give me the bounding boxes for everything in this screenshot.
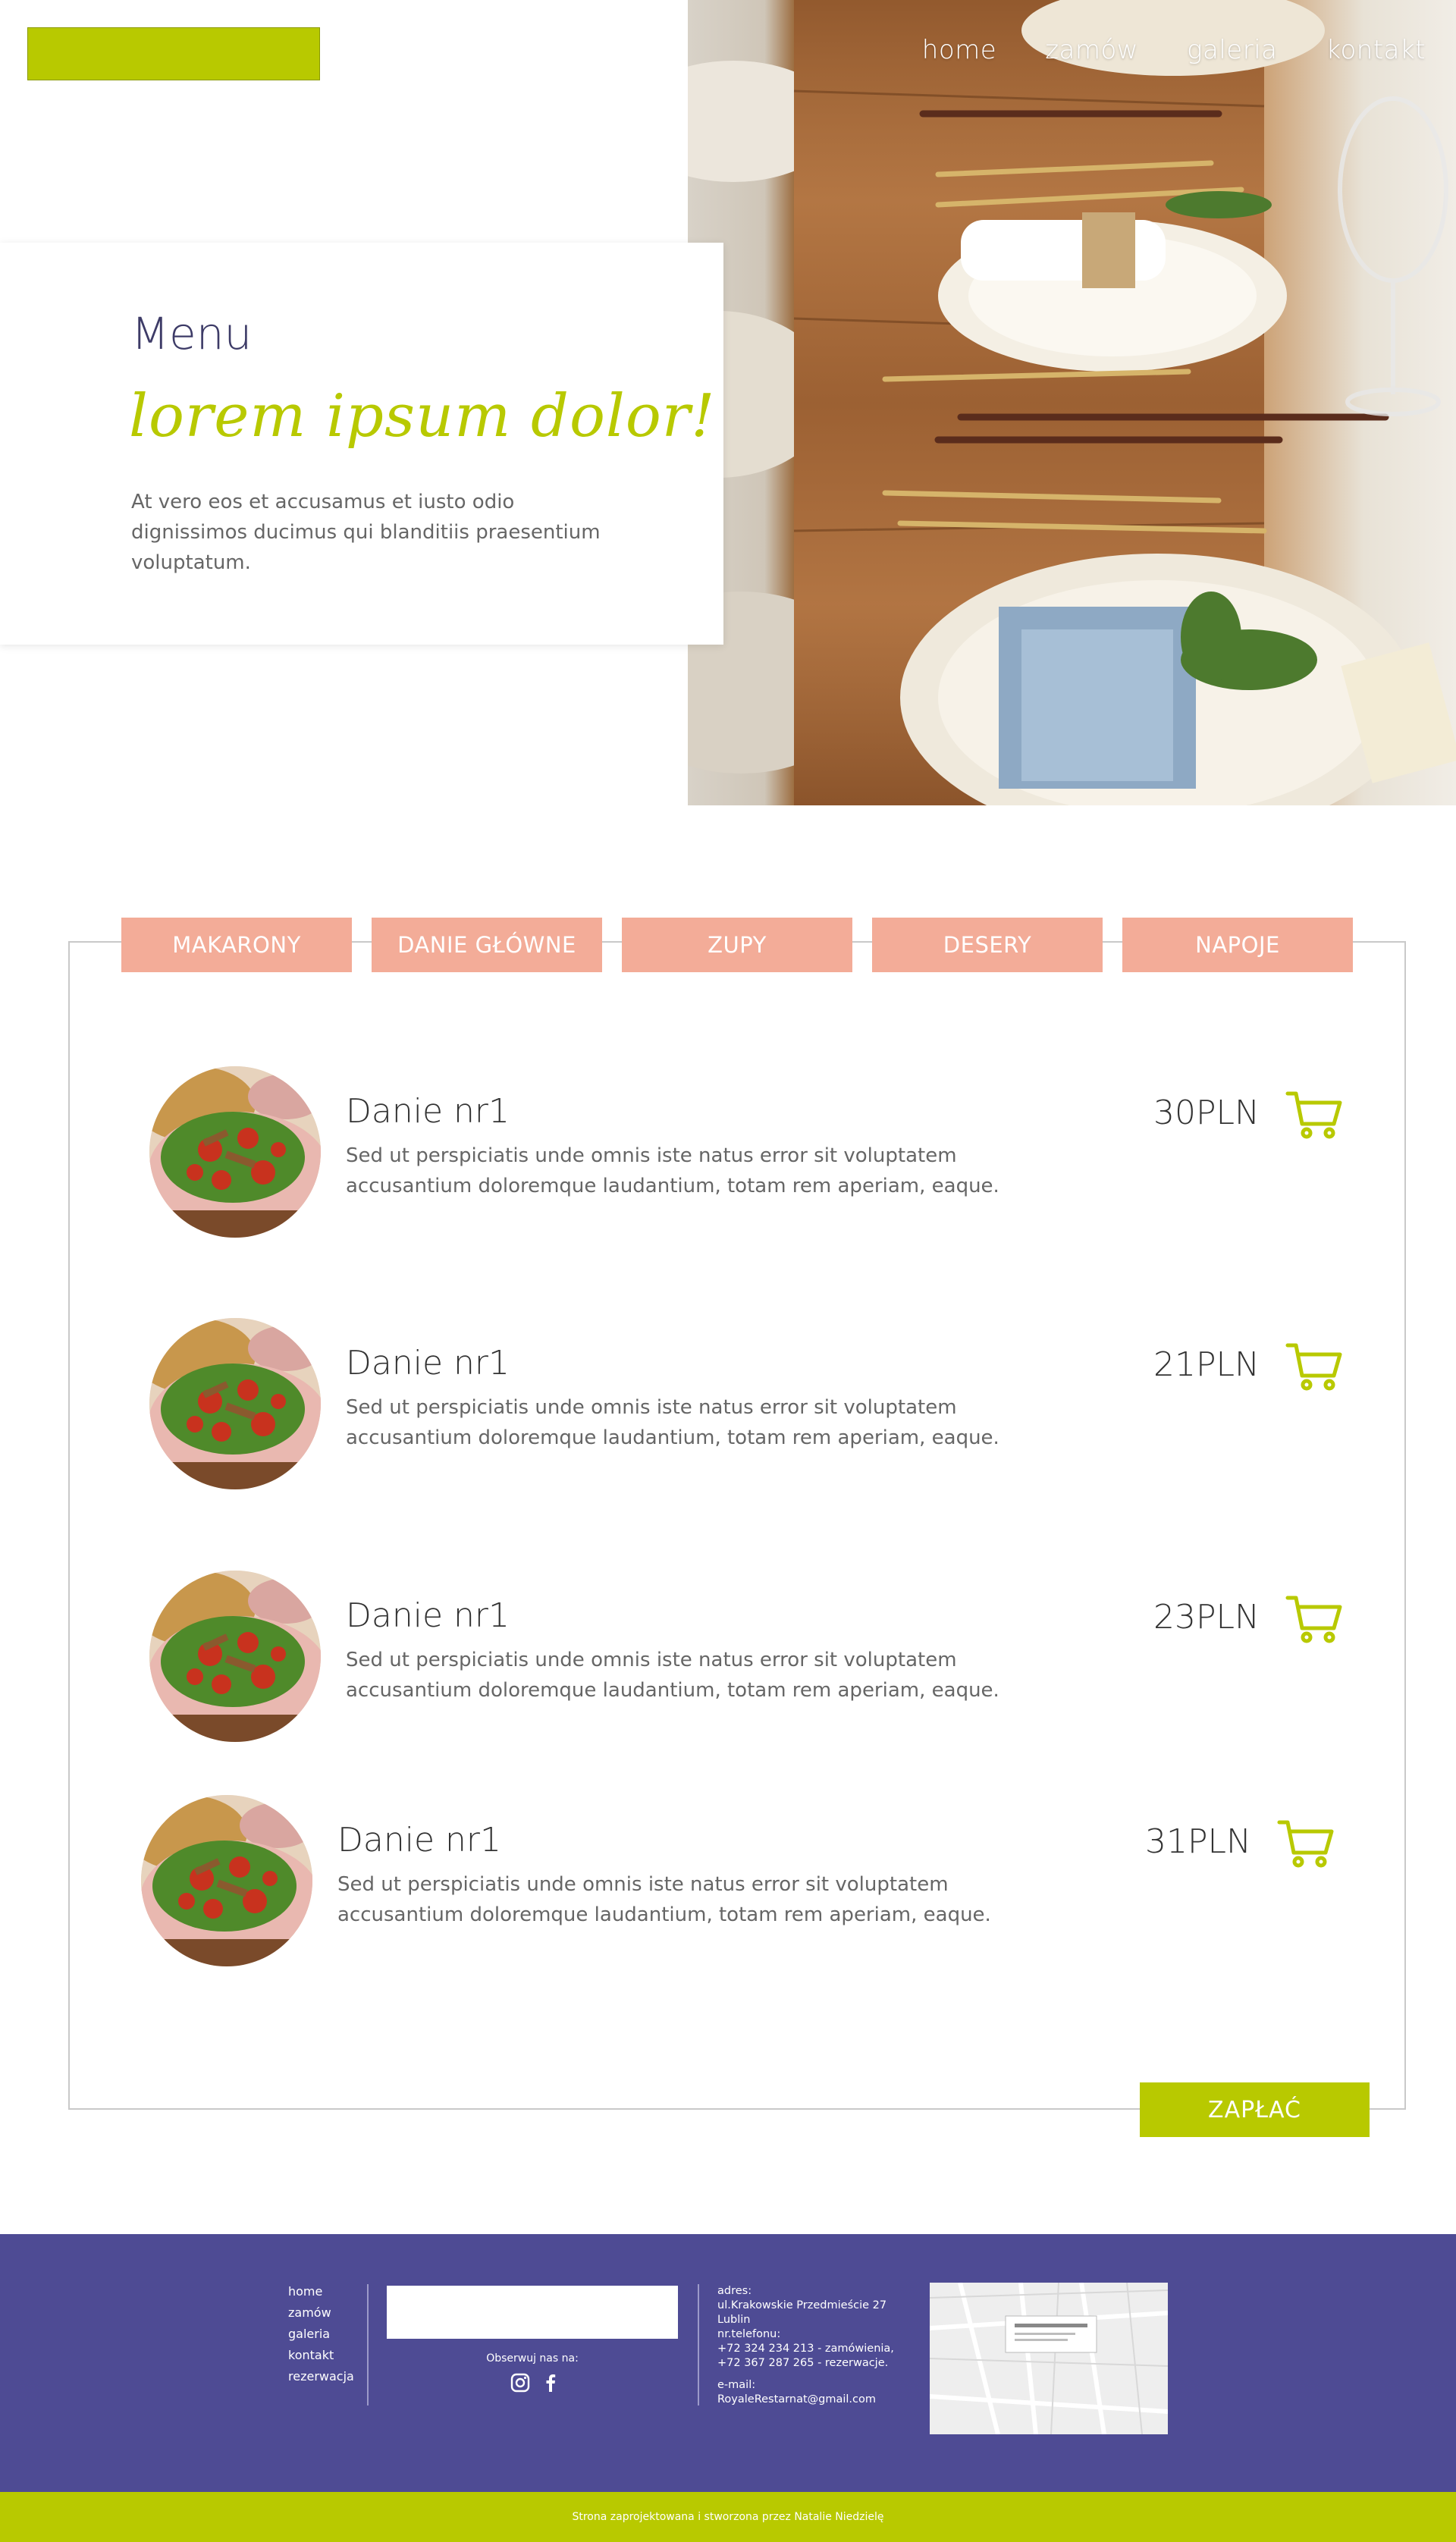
footer-nav: home zamów galeria kontakt rezerwacja <box>288 2284 354 2384</box>
dish-name: Danie nr1 <box>346 1344 510 1382</box>
cart-icon[interactable] <box>1285 1341 1343 1392</box>
email-label: e-mail: <box>717 2379 756 2391</box>
copyright-bar: Strona zaprojektowana i stworzona przez … <box>0 2492 1456 2542</box>
social-links <box>510 2372 561 2393</box>
instagram-icon[interactable] <box>510 2372 531 2393</box>
footer-search-input[interactable] <box>387 2286 678 2339</box>
nav-order-link[interactable]: zamów <box>1045 35 1138 65</box>
nav-contact-link[interactable]: kontakt <box>1326 35 1426 65</box>
tab-makarony[interactable]: MAKARONY <box>121 918 352 972</box>
footer: home zamów galeria kontakt rezerwacja Ob… <box>0 2234 1456 2492</box>
hero-title: Menu <box>131 308 253 359</box>
footer-link-reservation[interactable]: rezerwacja <box>288 2369 354 2384</box>
main-nav: home zamów galeria kontakt <box>922 35 1426 65</box>
email-address[interactable]: RoyaleRestarnat@gmail.com <box>717 2393 899 2407</box>
tab-desery[interactable]: DESERY <box>872 918 1103 972</box>
cart-icon[interactable] <box>1285 1089 1343 1141</box>
dish-item: Danie nr1 Sed ut perspiciatis unde omnis… <box>149 1318 1363 1492</box>
cart-icon[interactable] <box>1277 1818 1335 1869</box>
phone-reservations: +72 367 287 265 - rezerwacje. <box>717 2357 889 2369</box>
location-map[interactable] <box>930 2283 1168 2434</box>
cart-icon[interactable] <box>1285 1593 1343 1645</box>
address-line: ul.Krakowskie Przedmieście 27 <box>717 2299 887 2311</box>
dish-photo <box>149 1318 321 1489</box>
tab-zupy[interactable]: ZUPY <box>622 918 852 972</box>
address-city: Lublin <box>717 2314 751 2326</box>
dish-name: Danie nr1 <box>346 1596 510 1635</box>
tab-danie-glowne[interactable]: DANIE GŁÓWNE <box>372 918 602 972</box>
dish-item: Danie nr1 Sed ut perspiciatis unde omnis… <box>149 1066 1363 1241</box>
dish-item: Danie nr1 Sed ut perspiciatis unde omnis… <box>141 1795 1354 1969</box>
phone-orders: +72 324 234 213 - zamówienia, <box>717 2343 894 2355</box>
dish-photo <box>149 1571 321 1742</box>
dish-photo <box>141 1795 312 1966</box>
phone-label: nr.telefonu: <box>717 2328 781 2340</box>
tab-napoje[interactable]: NAPOJE <box>1122 918 1353 972</box>
contact-info: adres: ul.Krakowskie Przedmieście 27 Lub… <box>717 2284 899 2407</box>
follow-label: Obserwuj nas na: <box>486 2352 579 2365</box>
dish-description: Sed ut perspiciatis unde omnis iste natu… <box>346 1144 999 1197</box>
hero-card: Menu lorem ipsum dolor! At vero eos et a… <box>0 243 723 645</box>
dish-description: Sed ut perspiciatis unde omnis iste natu… <box>337 1873 991 1926</box>
dish-price: 23PLN <box>1153 1598 1260 1637</box>
dish-photo <box>149 1066 321 1238</box>
pay-button[interactable]: ZAPŁAĆ <box>1140 2082 1370 2137</box>
hero-tagline: lorem ipsum dolor! <box>129 382 716 450</box>
facebook-icon[interactable] <box>540 2372 561 2393</box>
dish-name: Danie nr1 <box>346 1092 510 1131</box>
logo-placeholder[interactable] <box>27 27 320 80</box>
dish-description: Sed ut perspiciatis unde omnis iste natu… <box>346 1649 999 1702</box>
nav-home-link[interactable]: home <box>922 35 996 65</box>
footer-divider <box>698 2284 699 2405</box>
dish-price: 31PLN <box>1145 1822 1251 1861</box>
footer-link-order[interactable]: zamów <box>288 2305 354 2320</box>
dish-price: 30PLN <box>1153 1094 1260 1132</box>
footer-link-contact[interactable]: kontakt <box>288 2348 354 2362</box>
address-label: adres: <box>717 2285 752 2297</box>
dish-price: 21PLN <box>1153 1345 1260 1384</box>
footer-link-gallery[interactable]: galeria <box>288 2327 354 2341</box>
footer-divider <box>367 2284 369 2405</box>
hero-text: At vero eos et accusamus et iusto odio d… <box>131 491 601 574</box>
menu-tabs: MAKARONY DANIE GŁÓWNE ZUPY DESERY NAPOJE <box>121 918 1353 972</box>
dish-item: Danie nr1 Sed ut perspiciatis unde omnis… <box>149 1571 1363 1745</box>
footer-link-home[interactable]: home <box>288 2284 354 2299</box>
copyright-text: Strona zaprojektowana i stworzona przez … <box>572 2511 884 2523</box>
dish-name: Danie nr1 <box>337 1821 501 1859</box>
nav-gallery-link[interactable]: galeria <box>1187 35 1277 65</box>
dish-description: Sed ut perspiciatis unde omnis iste natu… <box>346 1396 999 1449</box>
hero-table-photo: home zamów galeria kontakt <box>688 0 1456 805</box>
